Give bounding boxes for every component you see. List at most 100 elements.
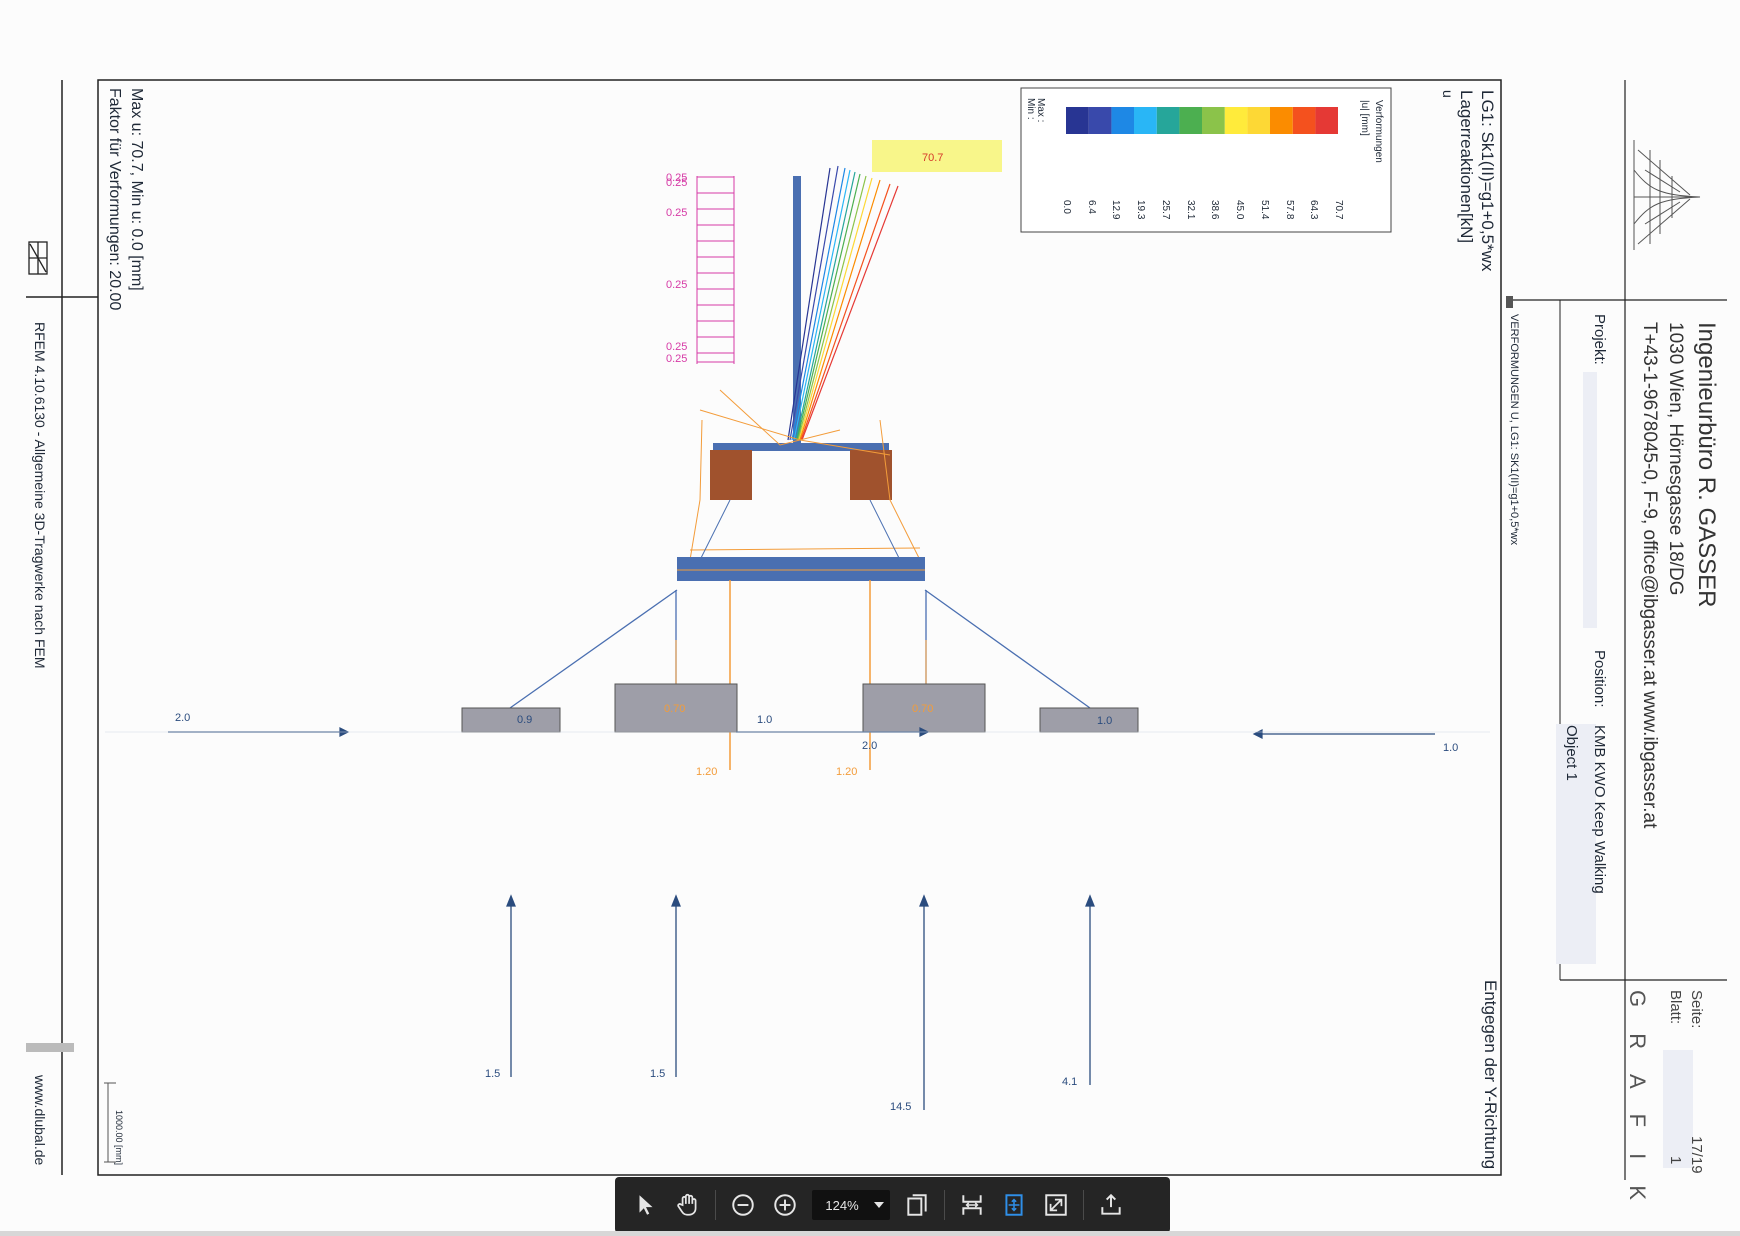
object-value: Object 1 xyxy=(1563,725,1580,781)
block-1 xyxy=(461,707,561,733)
legend-unit: |u| [mm] xyxy=(1359,100,1370,136)
block-label-4: 1.0 xyxy=(1097,715,1112,727)
stamp-mark xyxy=(26,1043,74,1052)
v-load-2: 1.5 xyxy=(650,1068,665,1080)
wind-label-2: 0.25 xyxy=(666,207,687,219)
plot-u: u xyxy=(1440,90,1456,98)
side-title: VERFORMUNGEN U, LG1: SK1(II)=g1+0,5*wx xyxy=(1508,314,1520,546)
v-load-3: 14.5 xyxy=(890,1101,911,1113)
wind-label-3: 0.25 xyxy=(666,279,687,291)
block-label-2: 0.70 xyxy=(664,703,685,715)
legend-swatch xyxy=(1088,107,1112,134)
section-title: G R A F I K xyxy=(1625,990,1650,1211)
chevron-down-icon xyxy=(874,1202,884,1208)
upload-icon[interactable] xyxy=(1094,1188,1128,1222)
block-label-1: 0.9 xyxy=(517,714,532,726)
legend-value: 0.0 xyxy=(1061,200,1072,214)
zoom-out-icon[interactable] xyxy=(726,1188,760,1222)
seite-value: 17/19 xyxy=(1688,1136,1705,1174)
position-label: Position: xyxy=(1591,650,1608,708)
v-load-1: 1.5 xyxy=(485,1068,500,1080)
pages-icon[interactable] xyxy=(900,1188,934,1222)
legend-value: 70.7 xyxy=(1333,200,1344,220)
wind-label-5: 0.25 xyxy=(666,353,687,365)
block-label-3: 0.70 xyxy=(912,703,933,715)
legend-value: 12.9 xyxy=(1110,200,1121,220)
blatt-value: 1 xyxy=(1667,1156,1684,1165)
base-beam xyxy=(677,557,925,581)
vertical-arrows xyxy=(506,894,1095,1110)
fit-page-icon[interactable] xyxy=(997,1188,1031,1222)
legend-value: 6.4 xyxy=(1086,200,1097,214)
company-contact: T+43-1-9678045-0, F-9, office@ibgasser.a… xyxy=(1639,322,1660,829)
toolbar-separator xyxy=(715,1190,716,1220)
wind-load-arrows xyxy=(696,176,735,364)
legend-value: 57.8 xyxy=(1284,200,1295,220)
website-label: www.dlubal.de xyxy=(32,1075,48,1166)
wind-label-4: 0.25 xyxy=(666,341,687,353)
max-min-label: Max u: 70.7, Min u: 0.0 [mm] xyxy=(128,88,145,291)
legend-swatch xyxy=(1111,107,1134,134)
wind-label-6: 0.25 xyxy=(666,177,687,189)
plot-subtitle: Lagerreaktionen[kN] xyxy=(1457,90,1476,244)
top-beam xyxy=(713,443,889,451)
h-load-2: 1.0 xyxy=(757,714,772,726)
left-brick xyxy=(710,450,752,500)
zoom-select[interactable]: 124% xyxy=(812,1190,890,1220)
right-brick xyxy=(850,450,892,500)
select-arrow-icon[interactable] xyxy=(629,1188,663,1222)
faktor-label: Faktor für Verformungen: 20.00 xyxy=(106,88,123,311)
legend-value: 64.3 xyxy=(1308,200,1319,220)
viewer-bottom-bar xyxy=(0,1231,1740,1236)
fullscreen-icon[interactable] xyxy=(1039,1188,1073,1222)
h-load-3: 2.0 xyxy=(862,740,877,752)
legend-swatches xyxy=(1066,107,1338,134)
projekt-label: Projekt: xyxy=(1591,314,1608,365)
legend-swatch xyxy=(1224,107,1248,134)
block-4 xyxy=(1039,707,1139,733)
legend-value: 19.3 xyxy=(1135,200,1146,220)
legend-title: Verformungen xyxy=(1373,100,1384,163)
v-load-4: 4.1 xyxy=(1062,1076,1077,1088)
legend-swatch xyxy=(1247,107,1270,134)
legend-value: 25.7 xyxy=(1160,200,1171,220)
hand-icon[interactable] xyxy=(671,1188,705,1222)
company-address: 1030 Wien, Hörnesgasse 18/DG xyxy=(1665,322,1686,596)
toolbar-separator xyxy=(944,1190,945,1220)
pdf-toolbar: 124% xyxy=(615,1177,1170,1233)
max-value: 70.7 xyxy=(922,152,943,164)
legend-value: 32.1 xyxy=(1185,200,1196,220)
legend-swatch xyxy=(1134,107,1157,134)
zoom-in-icon[interactable] xyxy=(768,1188,802,1222)
document-page: 2.0 1.0 2.0 1.0 0.9 0.70 0.70 1.0 1.20 1… xyxy=(0,0,1740,1236)
rfem-logo xyxy=(28,241,48,275)
toolbar-separator xyxy=(1083,1190,1084,1220)
plot-title: LG1: Sk1(II)=g1+0,5*wx xyxy=(1478,90,1497,272)
blatt-label: Blatt: xyxy=(1667,990,1684,1025)
legend-min-label: Min : xyxy=(1025,98,1036,120)
post xyxy=(793,176,801,444)
legend-swatch xyxy=(1179,107,1202,134)
legend-swatch xyxy=(1156,107,1180,134)
legend-value: 45.0 xyxy=(1234,200,1245,220)
fit-width-icon[interactable] xyxy=(955,1188,989,1222)
direction-label: Entgegen der Y-Richtung xyxy=(1481,980,1500,1170)
seite-label: Seite: xyxy=(1688,990,1705,1029)
legend-swatch xyxy=(1292,107,1316,134)
side-marker xyxy=(1506,296,1513,308)
h-load-1: 2.0 xyxy=(175,712,190,724)
orange-label-1: 1.20 xyxy=(696,766,717,778)
horizontal-arrows xyxy=(105,727,1490,739)
software-label: RFEM 4.10.6130 - Allgemeine 3D-Tragwerke… xyxy=(32,322,48,669)
legend-max-label: Max : xyxy=(1035,98,1046,123)
orange-label-2: 1.20 xyxy=(836,766,857,778)
legend-swatch xyxy=(1202,107,1225,134)
zoom-value: 124% xyxy=(825,1197,859,1213)
h-load-4: 1.0 xyxy=(1443,742,1458,754)
company-name: Ingenieurbüro R. GASSER xyxy=(1693,322,1720,608)
projekt-redacted xyxy=(1583,372,1597,628)
legend-value: 51.4 xyxy=(1259,200,1270,220)
position-value: KMB KWO Keep Walking xyxy=(1591,725,1608,894)
legend-swatch xyxy=(1270,107,1293,134)
legend-value: 38.6 xyxy=(1209,200,1220,220)
